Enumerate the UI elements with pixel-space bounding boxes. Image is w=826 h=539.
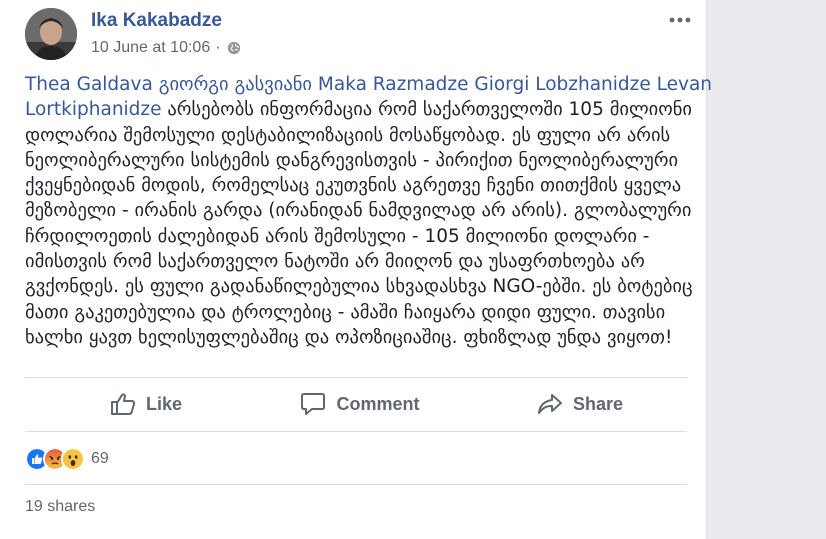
shares-divider (25, 484, 687, 485)
post-text-line: ჩრდილოეთის ძალებიდან არის შემოსული - 105… (25, 224, 685, 249)
reaction-count[interactable]: 69 (91, 450, 109, 468)
wow-reaction-icon (61, 447, 85, 471)
post-text-line: Lortkiphanidze არსებობს ინფორმაცია რომ ს… (25, 97, 692, 122)
tagged-person-link[interactable]: Thea Galdava (25, 74, 153, 95)
reactions-summary[interactable]: 69 (25, 447, 109, 471)
tagged-person-link[interactable]: Maka Razmadze (318, 74, 469, 95)
post-text-segment: იმისთვის რომ საქართველო ნატოში არ მიიღონ… (25, 251, 645, 273)
meta-separator: · (215, 39, 221, 56)
post-text-line: მეზობელი - ირანის გარდა (ირანიდან ნამდვი… (25, 198, 691, 223)
more-options-icon[interactable] (668, 12, 692, 28)
post-text-segment: ხალხი ყავთ ხელისუფლებაშიც და ოპოზიციაშიც… (25, 326, 673, 348)
post-text-segment: მათი გაკეთებულია და ტროლებიც - ამაში ჩაი… (25, 301, 666, 323)
share-icon (537, 394, 562, 414)
post-text-segment: გვქონდეს. ეს ფული გადანაწილებულია სხვადა… (25, 276, 693, 298)
thumbs-up-icon (110, 393, 136, 415)
post-text-line: ნეოლიბერალური სისტემის დანგრევისთვის - პ… (25, 148, 685, 173)
tagged-person-link[interactable]: Giorgi Lobzhanidze (474, 74, 650, 95)
like-button[interactable]: Like (81, 379, 211, 429)
post-text-line: გვქონდეს. ეს ფული გადანაწილებულია სხვადა… (25, 274, 693, 299)
post-text-line: Thea Galdava გიორგი გასვიანი Maka Razmad… (25, 72, 712, 97)
post-text-segment: ქვეყნებიდან მოდის, რომელსაც ეკუთვნის აგრ… (25, 175, 682, 197)
author-avatar[interactable] (25, 8, 77, 60)
tagged-person-link[interactable]: Levan (657, 74, 712, 95)
post-text-line: ქვეყნებიდან მოდის, რომელსაც ეკუთვნის აგრ… (25, 173, 685, 198)
actions-top-divider (25, 377, 687, 378)
share-label: Share (572, 393, 624, 414)
post-timestamp[interactable]: 10 June at 10:06 (91, 39, 210, 57)
tagged-person-link[interactable]: გიორგი გასვიანი (159, 74, 312, 95)
post-meta: 10 June at 10:06 · (91, 39, 241, 57)
post-text-segment: ჩრდილოეთის ძალებიდან არის შემოსული - 105… (25, 225, 650, 247)
comment-icon (301, 393, 326, 415)
post-text-line: ხალხი ყავთ ხელისუფლებაშიც და ოპოზიციაშიც… (25, 325, 685, 350)
post-text-line: იმისთვის რომ საქართველო ნატოში არ მიიღონ… (25, 249, 685, 274)
post-actions: Like Comment Share (25, 379, 687, 429)
share-button[interactable]: Share (515, 379, 645, 429)
post-text: Thea Galdava გიორგი გასვიანი Maka Razmad… (25, 72, 712, 350)
tagged-person-link[interactable]: Lortkiphanidze (25, 99, 162, 120)
post-card: Ika Kakabadze 10 June at 10:06 · Thea Ga… (0, 0, 712, 539)
post-text-segment: დოლარია შემოსული დესტაბილიზაციის მოსაწყო… (25, 124, 671, 146)
post-text-segment: მეზობელი - ირანის გარდა (ირანიდან ნამდვი… (25, 200, 692, 222)
post-text-segment: არსებობს ინფორმაცია რომ საქართველოში 105… (161, 99, 693, 121)
post-text-line: დოლარია შემოსული დესტაბილიზაციის მოსაწყო… (25, 123, 685, 148)
post-text-segment: ნეოლიბერალური სისტემის დანგრევისთვის - პ… (25, 149, 679, 171)
globe-icon[interactable] (227, 41, 241, 55)
actions-bottom-divider (25, 431, 687, 432)
author-name[interactable]: Ika Kakabadze (91, 10, 222, 32)
like-label: Like (145, 393, 183, 414)
comment-button[interactable]: Comment (285, 379, 435, 429)
shares-count[interactable]: 19 shares (25, 498, 95, 516)
post-text-line: მათი გაკეთებულია და ტროლებიც - ამაში ჩაი… (25, 300, 685, 325)
comment-label: Comment (336, 393, 420, 414)
